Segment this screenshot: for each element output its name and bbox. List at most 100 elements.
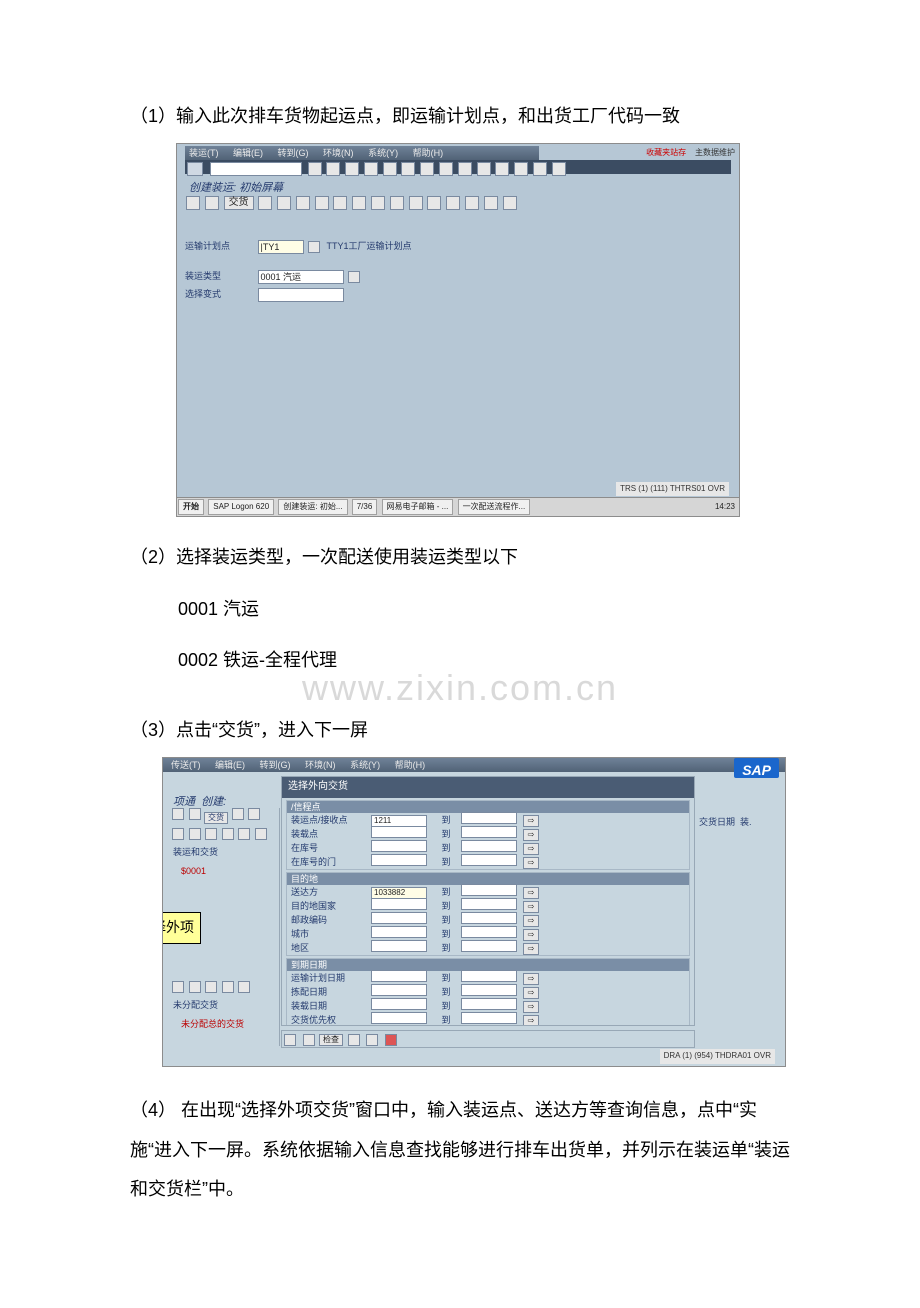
multi-select-icon[interactable]: ⇨ (523, 915, 539, 927)
multi-select-icon[interactable]: ⇨ (523, 1001, 539, 1013)
menu-item[interactable]: 装运(T) (189, 148, 219, 158)
multi-select-icon[interactable]: ⇨ (523, 843, 539, 855)
range-from-input[interactable] (371, 1012, 427, 1024)
range-to-input[interactable] (461, 1012, 517, 1024)
toolbar-icon[interactable] (205, 981, 217, 993)
taskbar-item[interactable]: 网易电子邮箱 - ... (382, 499, 454, 515)
toolbar-icon[interactable] (238, 828, 250, 840)
toolbar-icon[interactable] (255, 828, 267, 840)
execute-icon[interactable] (284, 1034, 296, 1046)
last-icon[interactable] (477, 162, 491, 176)
toolbar-icon[interactable] (238, 981, 250, 993)
toolbar-icon[interactable] (315, 196, 329, 210)
menu-item[interactable]: 帮助(H) (413, 148, 444, 158)
toolbar-icon[interactable] (409, 196, 423, 210)
toolbar-icon[interactable] (366, 1034, 378, 1046)
toolbar-icon[interactable] (189, 828, 201, 840)
toolbar-icon[interactable] (222, 981, 234, 993)
range-from-input[interactable] (371, 940, 427, 952)
exit-icon[interactable] (345, 162, 359, 176)
range-from-input[interactable] (371, 970, 427, 982)
multi-select-icon[interactable]: ⇨ (523, 901, 539, 913)
menu-item[interactable]: 帮助(H) (395, 760, 426, 770)
range-to-input[interactable] (461, 940, 517, 952)
dropdown-icon[interactable] (348, 271, 360, 283)
range-from-input[interactable] (371, 854, 427, 866)
left-item[interactable]: 未分配总的交货 (181, 1016, 277, 1033)
toolbar-icon[interactable] (205, 828, 217, 840)
range-from-input[interactable] (371, 984, 427, 996)
taskbar-item[interactable]: SAP Logon 620 (208, 499, 274, 515)
taskbar-item[interactable]: 创建装运: 初始... (278, 499, 347, 515)
toolbar-icon[interactable] (172, 828, 184, 840)
toolbar-icon[interactable] (371, 196, 385, 210)
back-icon[interactable] (326, 162, 340, 176)
close-icon[interactable] (385, 1034, 397, 1046)
range-to-input[interactable] (461, 998, 517, 1010)
toolbar-icon[interactable] (277, 196, 291, 210)
first-icon[interactable] (458, 162, 472, 176)
toolbar-icon[interactable] (503, 196, 517, 210)
glasses-icon[interactable] (303, 1034, 315, 1046)
transport-point-input[interactable]: |TY1 (258, 240, 304, 254)
range-to-input[interactable] (461, 854, 517, 866)
toolbar-icon[interactable] (186, 196, 200, 210)
delivery-button[interactable]: 交货 (224, 196, 254, 210)
command-input[interactable] (210, 162, 302, 176)
toolbar-icon[interactable] (248, 808, 260, 820)
toolbar-icon[interactable] (258, 196, 272, 210)
menu-item[interactable]: 编辑(E) (233, 148, 263, 158)
range-to-input[interactable] (461, 912, 517, 924)
range-to-input[interactable] (461, 970, 517, 982)
left-item[interactable]: $0001 (181, 863, 277, 880)
multi-select-icon[interactable]: ⇨ (523, 973, 539, 985)
toolbar-icon[interactable] (484, 196, 498, 210)
toolbar-icon[interactable] (296, 196, 310, 210)
ok-code-icon[interactable] (187, 162, 203, 176)
toolbar-icon[interactable] (189, 981, 201, 993)
toolbar-icon[interactable] (352, 196, 366, 210)
range-from-input[interactable] (371, 1026, 427, 1027)
toolbar-icon[interactable] (465, 196, 479, 210)
toolbar-icon[interactable] (390, 196, 404, 210)
toolbar-icon[interactable] (172, 981, 184, 993)
toolbar-icon[interactable] (232, 808, 244, 820)
multi-select-icon[interactable]: ⇨ (523, 1015, 539, 1027)
page-down-icon[interactable] (439, 162, 453, 176)
range-from-input[interactable] (371, 926, 427, 938)
print-icon[interactable] (383, 162, 397, 176)
shortcut-icon[interactable] (514, 162, 528, 176)
page-up-icon[interactable] (420, 162, 434, 176)
range-to-input[interactable] (461, 840, 517, 852)
range-to-input[interactable] (461, 1026, 517, 1027)
menu-item[interactable]: 转到(G) (278, 148, 309, 158)
multi-select-icon[interactable]: ⇨ (523, 887, 539, 899)
cancel-icon[interactable] (364, 162, 378, 176)
new-session-icon[interactable] (495, 162, 509, 176)
range-to-input[interactable] (461, 898, 517, 910)
range-from-input[interactable] (371, 898, 427, 910)
delivery-button[interactable]: 交货 (204, 812, 228, 824)
multi-select-icon[interactable]: ⇨ (523, 929, 539, 941)
multi-select-icon[interactable]: ⇨ (523, 815, 539, 827)
range-to-input[interactable] (461, 884, 517, 896)
menu-item[interactable]: 系统(Y) (350, 760, 380, 770)
menu-item[interactable]: 环境(N) (305, 760, 336, 770)
menu-item[interactable]: 编辑(E) (215, 760, 245, 770)
toolbar-icon[interactable] (189, 808, 201, 820)
range-to-input[interactable] (461, 812, 517, 824)
range-from-input[interactable] (371, 840, 427, 852)
multi-select-icon[interactable]: ⇨ (523, 987, 539, 999)
start-button[interactable]: 开始 (178, 499, 204, 515)
menu-item[interactable]: 转到(G) (260, 760, 291, 770)
f4-icon[interactable] (308, 241, 320, 253)
toolbar-icon[interactable] (348, 1034, 360, 1046)
multi-select-icon[interactable]: ⇨ (523, 857, 539, 869)
range-from-input[interactable] (371, 998, 427, 1010)
multi-select-icon[interactable]: ⇨ (523, 829, 539, 841)
multi-select-icon[interactable]: ⇨ (523, 943, 539, 955)
menu-item[interactable]: 传送(T) (171, 760, 201, 770)
layout-icon[interactable] (552, 162, 566, 176)
check-button[interactable]: 检查 (319, 1034, 343, 1046)
menu-item[interactable]: 环境(N) (323, 148, 354, 158)
